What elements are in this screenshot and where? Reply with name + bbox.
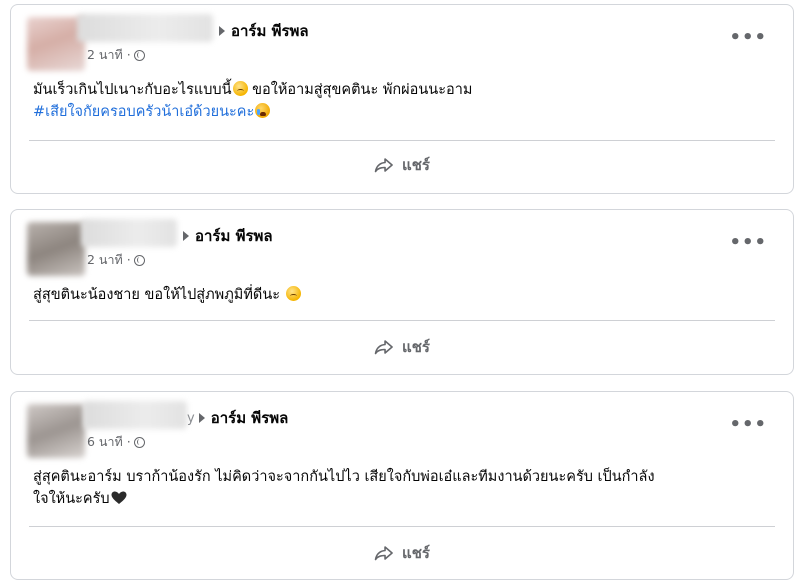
globe-icon	[133, 254, 145, 266]
post-header: อาร์ม พีรพล	[179, 224, 273, 248]
post-text-line: ขอให้อามสู่สุขคตินะ พักผ่อนนะอาม	[247, 82, 473, 98]
feed: อาร์ม พีรพล 2 นาที · ••• มันเร็วเกินไปเน…	[0, 0, 800, 583]
sad-face-icon	[285, 286, 301, 301]
more-options-icon[interactable]: •••	[729, 416, 767, 434]
post-meta: 2 นาที ·	[87, 250, 145, 270]
share-arrow-icon	[374, 340, 393, 355]
sad-face-icon	[232, 81, 248, 96]
timestamp[interactable]: 6 นาที ·	[87, 432, 131, 452]
post-card: y อาร์ม พีรพล 6 นาที · ••• สู่สุคตินะอาร…	[10, 391, 794, 580]
share-button[interactable]: แชร์	[374, 335, 430, 359]
share-arrow-icon	[374, 546, 393, 561]
share-label[interactable]: แชร์	[402, 335, 430, 359]
post-meta: 6 นาที ·	[87, 432, 145, 452]
right-arrow-icon	[198, 413, 205, 423]
divider	[29, 526, 775, 527]
name-tail: y	[187, 410, 195, 426]
post-text: สู่สุคตินะอาร์ม บราก้าน้องรัก ไม่คิดว่าจ…	[33, 466, 773, 510]
divider	[29, 140, 775, 141]
black-heart-icon	[111, 491, 127, 505]
post-card: อาร์ม พีรพล 2 นาที · ••• สู่สุขตินะน้องช…	[10, 209, 794, 375]
profile-name-link[interactable]: อาร์ม พีรพล	[211, 406, 289, 430]
share-button[interactable]: แชร์	[374, 541, 430, 565]
post-text-line: มันเร็วเกินไปเนาะกับอะไรแบบนี้	[33, 82, 232, 98]
timestamp[interactable]: 2 นาที ·	[87, 45, 131, 65]
more-options-icon[interactable]: •••	[729, 29, 767, 47]
blurred-commenter-name	[83, 401, 187, 429]
share-button[interactable]: แชร์	[374, 153, 430, 177]
avatar[interactable]	[27, 222, 85, 276]
share-arrow-icon	[374, 158, 393, 173]
timestamp[interactable]: 2 นาที ·	[87, 250, 131, 270]
post-header: y อาร์ม พีรพล	[187, 406, 288, 430]
post-card: อาร์ม พีรพล 2 นาที · ••• มันเร็วเกินไปเน…	[10, 4, 794, 194]
post-header: อาร์ม พีรพล	[215, 19, 309, 43]
globe-icon	[133, 436, 145, 448]
divider	[29, 320, 775, 321]
share-label[interactable]: แชร์	[402, 153, 430, 177]
hashtag-link[interactable]: #เสียใจกัยครอบครัวน้าเอ๋ด้วยนะคะ	[33, 104, 254, 120]
profile-name-link[interactable]: อาร์ม พีรพล	[231, 19, 309, 43]
profile-name-link[interactable]: อาร์ม พีรพล	[195, 224, 273, 248]
post-text-line: สู่สุขตินะน้องชาย ขอให้ไปสู่ภพภูมิที่ดีน…	[33, 287, 281, 303]
more-options-icon[interactable]: •••	[729, 234, 767, 252]
post-text-line: ใจให้นะครับ	[33, 491, 110, 507]
post-text: สู่สุขตินะน้องชาย ขอให้ไปสู่ภพภูมิที่ดีน…	[33, 284, 773, 306]
blurred-commenter-name	[81, 219, 177, 247]
crying-face-icon	[255, 103, 271, 118]
post-meta: 2 นาที ·	[87, 45, 145, 65]
share-label[interactable]: แชร์	[402, 541, 430, 565]
post-text-line: สู่สุคตินะอาร์ม บราก้าน้องรัก ไม่คิดว่าจ…	[33, 469, 655, 485]
avatar[interactable]	[27, 404, 85, 458]
right-arrow-icon	[183, 231, 189, 241]
blurred-commenter-name	[77, 14, 213, 42]
right-arrow-icon	[219, 26, 225, 36]
post-text: มันเร็วเกินไปเนาะกับอะไรแบบนี้ ขอให้อามส…	[33, 79, 773, 123]
globe-icon	[133, 49, 145, 61]
